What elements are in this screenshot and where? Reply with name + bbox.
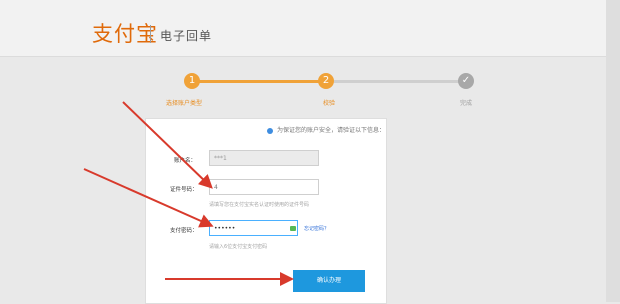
scrollbar-track [606, 0, 620, 302]
id-label: 证件号码： [170, 187, 198, 193]
lock-icon [290, 226, 296, 231]
step-2-dot: 2 [318, 73, 334, 89]
page-subtitle: 电子回单 [160, 29, 213, 43]
header-divider [150, 25, 151, 43]
step-1-dot: 1 [184, 73, 200, 89]
top-header: 支付宝 电子回单 [0, 0, 606, 57]
payment-password-input[interactable]: •••••• [209, 220, 298, 236]
account-field: ***1 [209, 150, 319, 166]
password-label: 支付密码： [170, 228, 198, 234]
id-number-input[interactable]: 4 [209, 179, 319, 195]
password-hint: 请输入6位支付宝支付密码 [209, 244, 268, 250]
verification-notice: 为保证您的账户安全，请验证以下信息： [267, 125, 385, 134]
step-3-label: 完成 [460, 100, 473, 107]
step-2-label: 校验 [323, 100, 336, 107]
alipay-logo: 支付宝 [92, 22, 158, 46]
step-line-2 [334, 80, 464, 83]
id-hint: 请填写您在支付宝实名认证时使用的证件号码 [209, 202, 310, 208]
verification-card: 为保证您的账户安全，请验证以下信息： 账户名： ***1 证件号码： 4 请填写… [145, 118, 387, 304]
progress-steps: 1 选择账户类型 2 校验 ✓ 完成 [0, 70, 620, 110]
step-1-label: 选择账户类型 [166, 100, 203, 107]
account-label: 账户名： [174, 158, 197, 164]
info-icon [267, 127, 273, 134]
confirm-button[interactable]: 确认办理 [293, 270, 365, 292]
forgot-password-link[interactable]: 忘记密码？ [304, 225, 329, 232]
step-3-dot: ✓ [458, 73, 474, 89]
step-line-1 [192, 80, 326, 83]
